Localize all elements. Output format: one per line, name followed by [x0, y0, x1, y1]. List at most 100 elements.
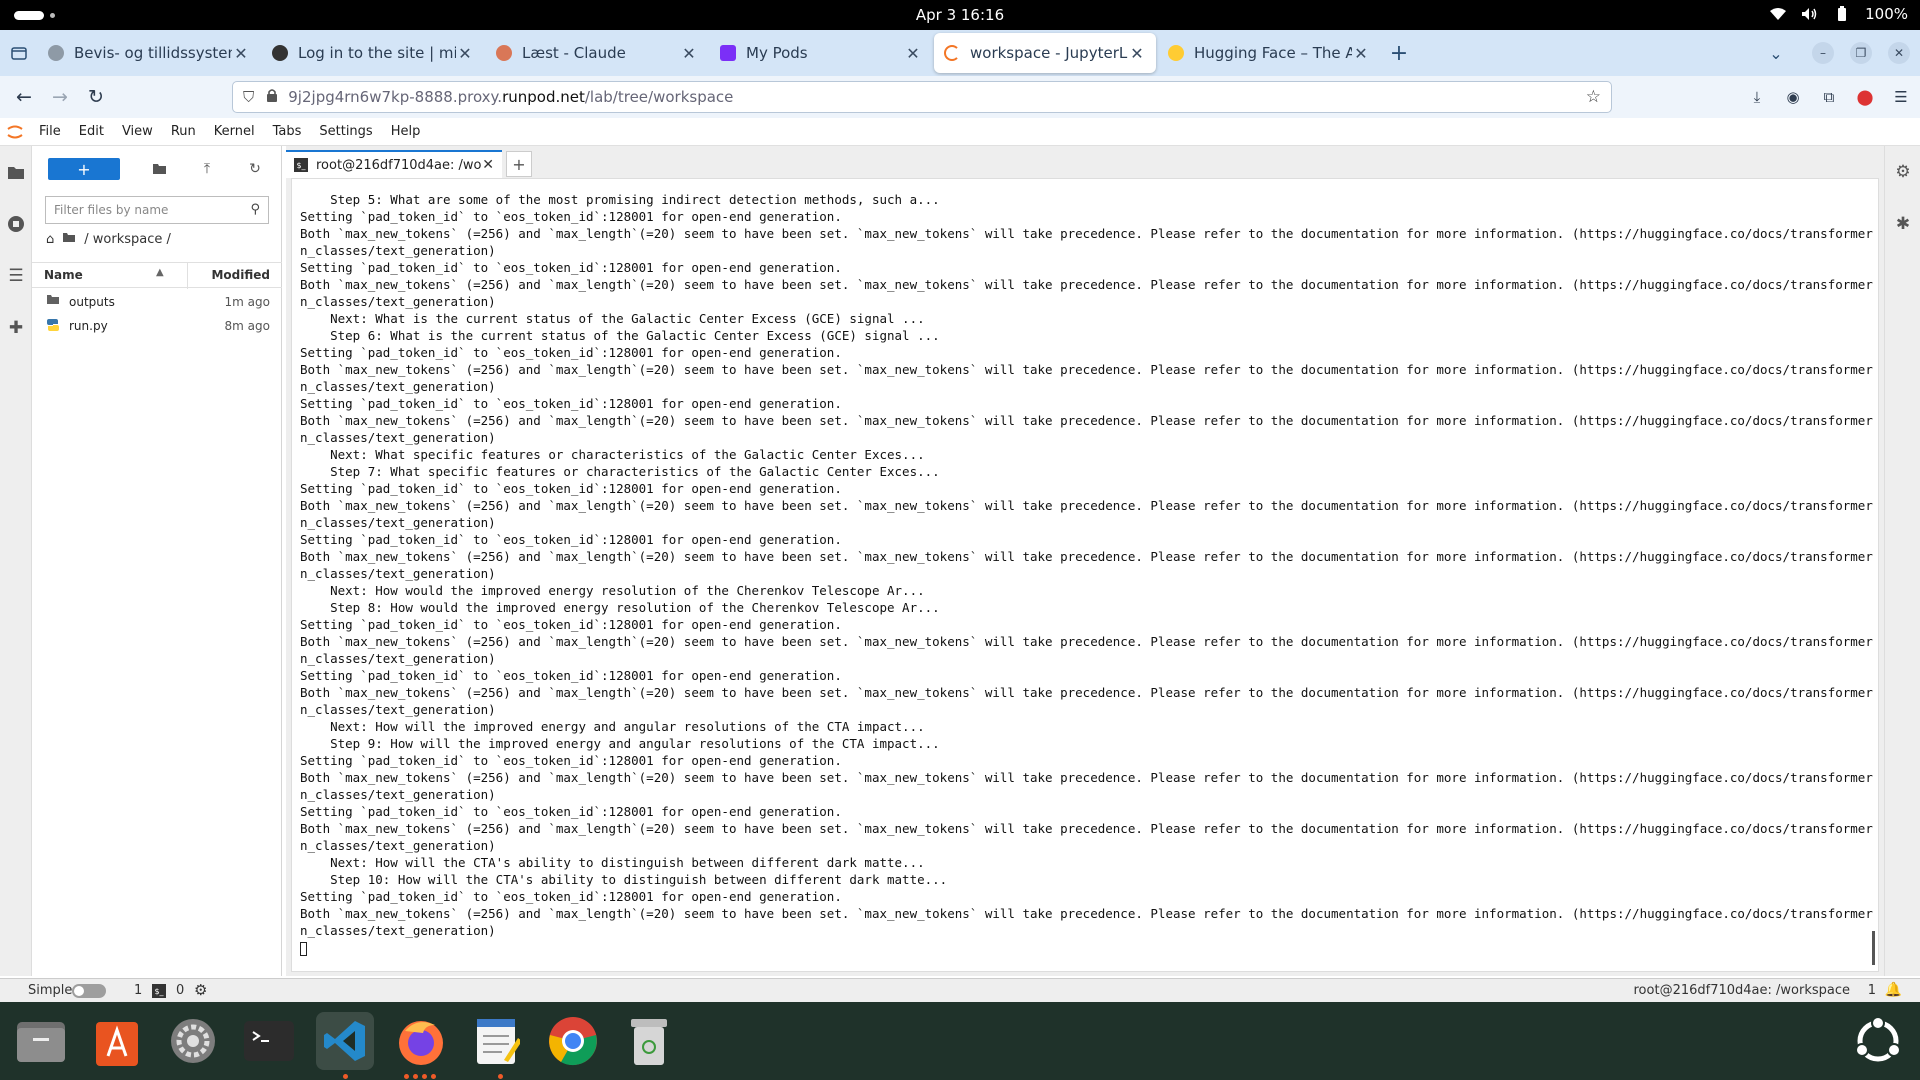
- menu-run[interactable]: Run: [162, 124, 205, 139]
- list-all-tabs-icon[interactable]: ⌄: [1756, 44, 1796, 63]
- menu-view[interactable]: View: [113, 124, 162, 139]
- browser-tab[interactable]: Hugging Face – The AI cor ✕: [1158, 33, 1380, 73]
- browser-tab[interactable]: Læst - Claude ✕: [486, 33, 708, 73]
- close-tab-icon[interactable]: ✕: [232, 44, 250, 63]
- notification-count[interactable]: 1: [1868, 983, 1876, 998]
- upload-icon[interactable]: ⤒: [198, 160, 216, 178]
- terminals-count[interactable]: 1: [134, 983, 142, 998]
- name-column-header[interactable]: Name: [44, 268, 83, 282]
- browser-tab[interactable]: Bevis- og tillidssystem ✕: [38, 33, 260, 73]
- address-bar[interactable]: ⛉ 9j2jpg4rn6w7kp-8888.proxy. runpod.net/l…: [232, 81, 1612, 113]
- menu-settings[interactable]: Settings: [310, 124, 381, 139]
- close-tab-icon[interactable]: ✕: [1352, 44, 1370, 63]
- jupyter-status-bar: Simple 1 $_ 0 ⚙ root@216df710d4ae: /work…: [0, 978, 1920, 1002]
- terminal-prompt-line[interactable]: [300, 939, 1874, 956]
- firefox-app-icon[interactable]: [392, 1012, 450, 1070]
- system-tray[interactable]: 100%: [1769, 5, 1908, 23]
- text-editor-app-icon[interactable]: [468, 1012, 526, 1070]
- browser-tab[interactable]: Log in to the site | mithf ✕: [262, 33, 484, 73]
- running-sessions-icon[interactable]: [0, 198, 32, 250]
- reload-icon[interactable]: ↻: [78, 81, 114, 113]
- home-icon[interactable]: ⌂: [46, 232, 54, 247]
- bell-icon[interactable]: 🔔: [1885, 982, 1902, 998]
- modified-column-header[interactable]: Modified: [211, 268, 270, 282]
- terminal-tab[interactable]: $_ root@216df710d4ae: /work ✕: [286, 150, 502, 178]
- trash-icon[interactable]: [620, 1012, 678, 1070]
- minimize-icon[interactable]: –: [1812, 42, 1834, 64]
- debugger-icon[interactable]: ✱: [1885, 198, 1920, 250]
- extension-manager-icon[interactable]: ✚: [0, 302, 32, 354]
- terminal-line: Both `max_new_tokens` (=256) and `max_le…: [300, 634, 1874, 649]
- terminal-scrollbar[interactable]: [1872, 931, 1875, 965]
- vscode-app-icon[interactable]: [316, 1012, 374, 1070]
- column-divider[interactable]: [187, 263, 188, 289]
- close-tab-icon[interactable]: ✕: [482, 157, 494, 173]
- file-row[interactable]: run.py 8m ago: [32, 314, 282, 338]
- files-app-icon[interactable]: [12, 1012, 70, 1070]
- running-indicator: [404, 1074, 436, 1079]
- new-tab-button[interactable]: +: [1382, 41, 1416, 66]
- url-path: /lab/tree/workspace: [584, 88, 734, 106]
- show-apps-icon[interactable]: [1848, 1012, 1908, 1070]
- menu-file[interactable]: File: [30, 124, 70, 139]
- download-icon[interactable]: ⤓: [1748, 88, 1766, 106]
- refresh-icon[interactable]: ↻: [246, 160, 264, 178]
- extension-badge-icon[interactable]: ⬤: [1856, 88, 1874, 106]
- terminal-icon: $_: [294, 158, 308, 172]
- menu-icon[interactable]: ☰: [1892, 88, 1910, 106]
- kernels-count[interactable]: 0: [176, 983, 184, 998]
- table-of-contents-icon[interactable]: ☰: [0, 250, 32, 302]
- terminal-line: Both `max_new_tokens` (=256) and `max_le…: [300, 549, 1874, 564]
- file-row[interactable]: outputs 1m ago: [32, 290, 282, 314]
- close-tab-icon[interactable]: ✕: [904, 44, 922, 63]
- browser-tab[interactable]: My Pods ✕: [710, 33, 932, 73]
- kernel-status-icon[interactable]: ⚙: [194, 981, 207, 999]
- clock[interactable]: Apr 3 16:16: [0, 6, 1920, 24]
- new-launcher-button[interactable]: +: [48, 158, 120, 180]
- terminal-line: Setting `pad_token_id` to `eos_token_id`…: [300, 617, 842, 632]
- filter-files-input[interactable]: Filter files by name ⚲: [45, 196, 269, 224]
- close-tab-icon[interactable]: ✕: [1128, 44, 1146, 63]
- running-indicator: [343, 1074, 348, 1079]
- bookmark-star-icon[interactable]: ☆: [1586, 87, 1601, 107]
- new-folder-icon[interactable]: [150, 160, 168, 178]
- terminal-line: Setting `pad_token_id` to `eos_token_id`…: [300, 481, 842, 496]
- new-tab-button[interactable]: +: [506, 151, 532, 177]
- main-dock-area: $_ root@216df710d4ae: /work ✕ + Step 5: …: [286, 146, 1884, 976]
- terminal-line: Both `max_new_tokens` (=256) and `max_le…: [300, 413, 1874, 428]
- terminal-panel[interactable]: Step 5: What are some of the most promis…: [291, 178, 1879, 972]
- terminal-line: Setting `pad_token_id` to `eos_token_id`…: [300, 396, 842, 411]
- running-indicator: [498, 1074, 503, 1079]
- python-file-icon: [46, 318, 60, 336]
- settings-app-icon[interactable]: [164, 1012, 222, 1070]
- property-inspector-icon[interactable]: ⚙: [1885, 146, 1920, 198]
- file-modified: 8m ago: [224, 319, 270, 333]
- extensions-icon[interactable]: ⧉: [1820, 88, 1838, 106]
- terminal-output[interactable]: Step 5: What are some of the most promis…: [300, 191, 1874, 956]
- account-icon[interactable]: ◉: [1784, 88, 1802, 106]
- simple-mode-toggle[interactable]: [72, 984, 106, 998]
- menu-kernel[interactable]: Kernel: [205, 124, 264, 139]
- close-window-icon[interactable]: ✕: [1888, 42, 1910, 64]
- terminal-line: Setting `pad_token_id` to `eos_token_id`…: [300, 889, 842, 904]
- forward-icon[interactable]: →: [42, 81, 78, 113]
- shield-icon[interactable]: ⛉: [243, 88, 254, 106]
- maximize-icon[interactable]: ❐: [1850, 42, 1872, 64]
- menu-help[interactable]: Help: [382, 124, 430, 139]
- terminal-app-icon[interactable]: [240, 1012, 298, 1070]
- firefox-view-icon[interactable]: [0, 30, 38, 76]
- chrome-app-icon[interactable]: [544, 1012, 602, 1070]
- app-center-icon[interactable]: [88, 1012, 146, 1070]
- back-icon[interactable]: ←: [6, 81, 42, 113]
- terminal-line: Setting `pad_token_id` to `eos_token_id`…: [300, 804, 842, 819]
- terminal-line: Both `max_new_tokens` (=256) and `max_le…: [300, 277, 1874, 292]
- close-tab-icon[interactable]: ✕: [456, 44, 474, 63]
- breadcrumb-path[interactable]: / workspace /: [84, 232, 171, 247]
- close-tab-icon[interactable]: ✕: [680, 44, 698, 63]
- browser-tab-active[interactable]: workspace - JupyterLab ✕: [934, 33, 1156, 73]
- menu-edit[interactable]: Edit: [70, 124, 113, 139]
- folder-icon[interactable]: [0, 146, 32, 198]
- lock-icon[interactable]: [266, 88, 278, 106]
- menu-tabs[interactable]: Tabs: [264, 124, 311, 139]
- terminal-line: n_classes/text_generation): [300, 702, 496, 717]
